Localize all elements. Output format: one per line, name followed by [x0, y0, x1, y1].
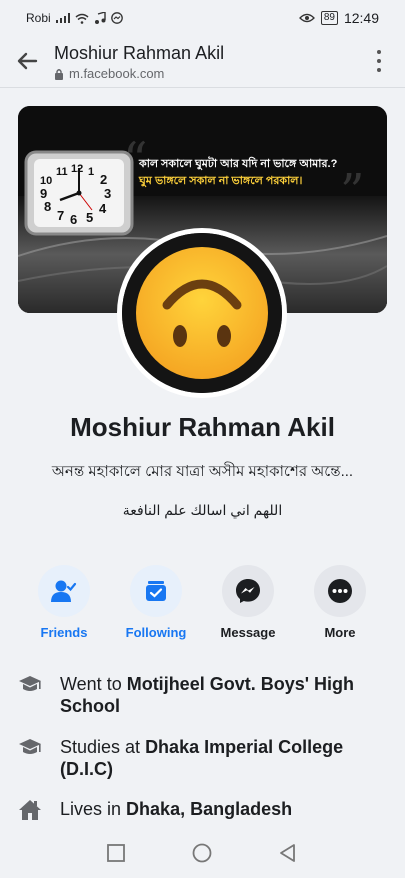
info-school-prefix: Went to — [60, 674, 127, 694]
clock-number: 7 — [57, 208, 64, 223]
graduation-cap-icon — [19, 739, 41, 754]
upside-down-face-emoji — [122, 233, 282, 393]
battery-indicator: 89 — [320, 11, 338, 25]
info-college-text: Studies at Dhaka Imperial College (D.I.C… — [60, 736, 388, 780]
friends-button[interactable]: Friends — [18, 565, 110, 640]
page-title: Moshiur Rahman Akil — [54, 43, 225, 63]
eye-icon — [298, 13, 315, 23]
url-row[interactable]: m.facebook.com — [54, 66, 164, 81]
clock-number: 8 — [44, 199, 51, 214]
status-left: Robi — [26, 11, 123, 25]
clock-number: 6 — [70, 212, 77, 227]
friends-label: Friends — [40, 625, 88, 640]
info-lives-text: Lives in Dhaka, Bangladesh — [60, 798, 292, 820]
overflow-menu-button[interactable] — [375, 50, 383, 72]
home-icon — [19, 800, 41, 820]
clock-number: 3 — [104, 186, 111, 201]
lock-icon — [55, 68, 63, 80]
wifi-icon — [75, 13, 89, 24]
message-button[interactable]: Message — [202, 565, 294, 640]
system-nav-bar — [0, 828, 405, 878]
back-triangle-icon[interactable] — [277, 842, 299, 864]
home-circle-icon[interactable] — [191, 842, 213, 864]
cover-quote-line1: কাল সকালে ঘুমটা আর যদি না ভাঙ্গে আমার.? — [139, 158, 338, 170]
cover-quote: কাল সকালে ঘুমটা আর যদি না ভাঙ্গে আমার.? … — [139, 156, 337, 190]
browser-bar: Moshiur Rahman Akil m.facebook.com — [0, 34, 405, 88]
messenger-status-icon — [110, 12, 123, 24]
clock-number: 11 — [56, 166, 68, 178]
cover-quote-line2: ঘুম ভাঙ্গলে সকাল না ভাঙ্গলে পরকাল। — [139, 175, 303, 187]
info-college: Studies at Dhaka Imperial College (D.I.C… — [18, 736, 388, 780]
profile-actions: Friends Following Message More — [0, 565, 405, 645]
friends-icon — [51, 580, 77, 602]
more-button[interactable]: More — [294, 565, 386, 640]
status-bar: Robi 89 12:49 — [0, 0, 405, 34]
following-label: Following — [125, 625, 187, 640]
music-icon — [94, 12, 106, 24]
clock-number: 5 — [86, 210, 93, 225]
graduation-cap-icon — [19, 676, 41, 691]
info-school-text: Went to Motijheel Govt. Boys' High Schoo… — [60, 673, 388, 717]
back-arrow-icon[interactable] — [16, 50, 38, 72]
profile-avatar[interactable] — [117, 228, 287, 398]
clock-number: 1 — [88, 166, 94, 178]
profile-bio: অনন্ত মহাকালে মোর যাত্রা অসীম মহাকাশের অ… — [51, 463, 354, 480]
message-label: Message — [220, 625, 276, 640]
messenger-icon — [236, 579, 260, 603]
info-lives-link[interactable]: Dhaka, Bangladesh — [126, 799, 292, 819]
recents-square-icon[interactable] — [105, 842, 127, 864]
signal-icon — [55, 13, 70, 23]
following-icon — [146, 581, 166, 601]
profile-name: Moshiur Rahman Akil — [70, 412, 335, 442]
following-button[interactable]: Following — [110, 565, 202, 640]
info-lives: Lives in Dhaka, Bangladesh — [18, 798, 388, 822]
clock-number: 9 — [40, 186, 47, 201]
url-text: m.facebook.com — [69, 66, 165, 81]
more-button-circle[interactable] — [314, 565, 366, 617]
clock-number: 4 — [99, 201, 107, 216]
clock: 12:49 — [343, 10, 379, 26]
message-button-circle[interactable] — [222, 565, 274, 617]
info-lives-prefix: Lives in — [60, 799, 127, 819]
status-right: 89 12:49 — [298, 10, 379, 26]
more-icon — [328, 579, 352, 603]
clock-number: 2 — [100, 172, 107, 187]
info-school: Went to Motijheel Govt. Boys' High Schoo… — [18, 673, 388, 717]
friends-button-circle[interactable] — [38, 565, 90, 617]
profile-bio-arabic: اللهم اني اسالك علم النافعة — [122, 502, 283, 518]
more-label: More — [324, 625, 356, 640]
info-college-prefix: Studies at — [60, 737, 146, 757]
carrier-label: Robi — [26, 11, 51, 25]
following-button-circle[interactable] — [130, 565, 182, 617]
clock-number: 12 — [71, 163, 83, 175]
